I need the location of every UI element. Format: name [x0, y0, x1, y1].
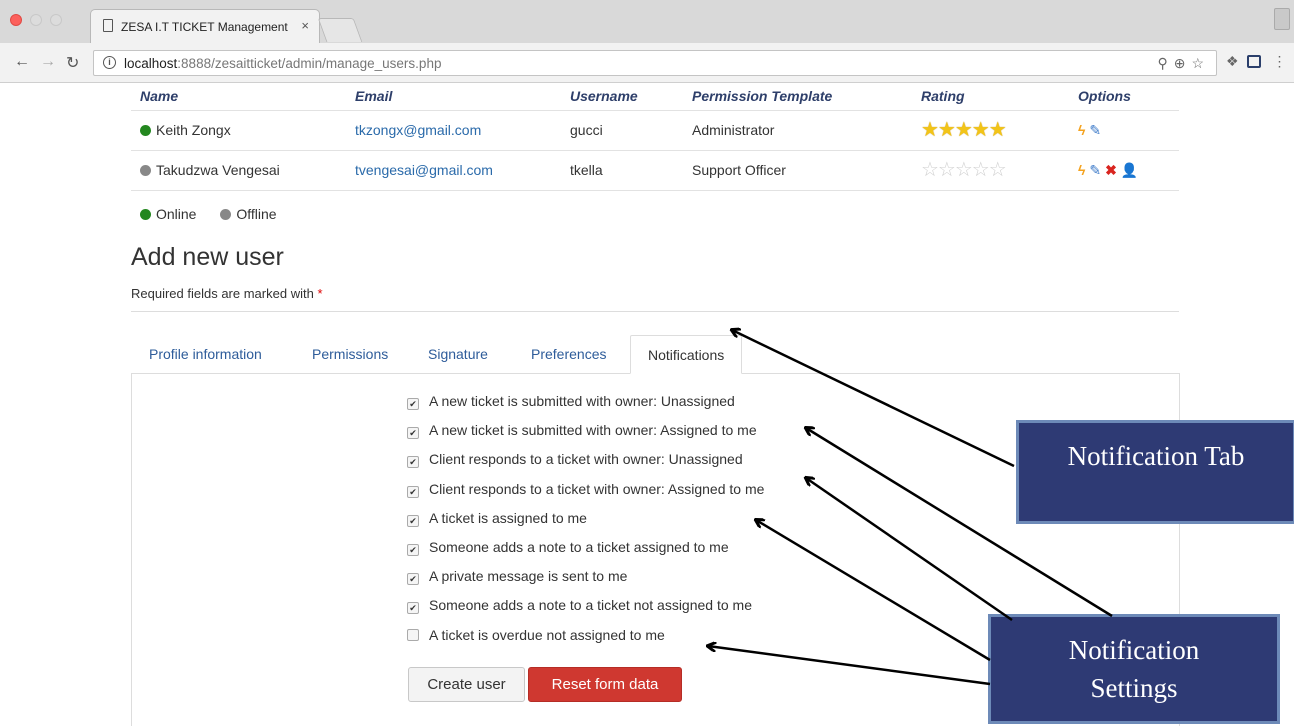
- zoom-icon: ⊕: [1173, 55, 1192, 71]
- user-name-cell: Keith Zongx: [131, 109, 346, 150]
- column-header-permission-template: Permission Template: [692, 88, 833, 105]
- profile-icon[interactable]: [1274, 8, 1290, 30]
- offline-status-icon: [140, 165, 151, 176]
- permission-template-cell: Support Officer: [683, 149, 912, 191]
- online-status-icon: [140, 125, 151, 136]
- notification-option[interactable]: A ticket is overdue not assigned to me: [407, 627, 764, 656]
- tab-signature[interactable]: Signature: [428, 335, 488, 374]
- notification-option[interactable]: ✔ A new ticket is submitted with owner: A…: [407, 422, 764, 451]
- column-header-rating: Rating: [921, 88, 965, 105]
- browser-tab-title: ZESA I.T TICKET Management: [121, 20, 288, 34]
- address-bar[interactable]: i localhost:8888/zesaitticket/admin/mana…: [93, 50, 1217, 76]
- omnibox-icons[interactable]: ⚲⊕☆: [1157, 55, 1210, 72]
- table-row: Keith Zongx tkzongx@gmail.com gucci Admi…: [131, 109, 1179, 150]
- edit-pencil-icon[interactable]: ✎: [1089, 162, 1101, 179]
- table-header-row: Name Email Username Permission Template …: [131, 83, 1179, 110]
- user-email-cell: tvengesai@gmail.com: [346, 149, 561, 191]
- reload-icon[interactable]: ↻: [66, 53, 79, 73]
- tab-permissions[interactable]: Permissions: [312, 335, 388, 374]
- notification-option[interactable]: ✔ A new ticket is submitted with owner: U…: [407, 393, 764, 422]
- checkbox-unchecked[interactable]: [407, 628, 419, 641]
- rating-stars: ★★★★★: [921, 119, 1007, 141]
- legend-offline: Offline: [220, 206, 277, 222]
- column-header-name: Name: [140, 88, 179, 105]
- column-header-username: Username: [570, 88, 638, 105]
- offline-dot-icon: [220, 209, 232, 220]
- auto-assign-bolt-icon[interactable]: ϟ: [1078, 122, 1085, 138]
- browser-tab[interactable]: ZESA I.T TICKET Management ×: [90, 9, 320, 43]
- legend-online: Online: [140, 206, 196, 222]
- url-text: localhost:8888/zesaitticket/admin/manage…: [124, 56, 442, 71]
- notification-settings-callout: Notification Settings: [988, 614, 1280, 724]
- rating-cell: ☆☆☆☆☆: [912, 149, 1069, 191]
- checkbox-checked[interactable]: ✔: [407, 602, 419, 615]
- checkbox-checked[interactable]: ✔: [407, 573, 419, 586]
- notification-option[interactable]: ✔ Someone adds a note to a ticket not ass…: [407, 597, 764, 626]
- username-cell: tkella: [561, 149, 683, 191]
- email-link[interactable]: tkzongx@gmail.com: [355, 122, 481, 138]
- menu-kebab-icon: ⋮: [1272, 53, 1294, 69]
- notification-option[interactable]: ✔ A private message is sent to me: [407, 568, 764, 597]
- username-cell: gucci: [561, 109, 683, 150]
- browser-tab-bar: ZESA I.T TICKET Management ×: [0, 0, 1294, 43]
- impersonate-user-icon[interactable]: 👤: [1121, 162, 1138, 179]
- checkbox-checked[interactable]: ✔: [407, 514, 419, 527]
- rating-cell: ★★★★★: [912, 109, 1069, 150]
- maximize-window-button[interactable]: [50, 14, 62, 26]
- email-link[interactable]: tvengesai@gmail.com: [355, 162, 493, 178]
- create-user-button[interactable]: Create user: [408, 667, 525, 702]
- delete-x-icon[interactable]: ✖: [1105, 162, 1117, 179]
- table-row: Takudzwa Vengesai tvengesai@gmail.com tk…: [131, 149, 1179, 191]
- extension-icons[interactable]: ❖ ⋮: [1226, 53, 1294, 70]
- column-header-email: Email: [355, 88, 393, 105]
- reset-form-button[interactable]: Reset form data: [528, 667, 682, 702]
- new-tab-button[interactable]: [317, 18, 363, 42]
- checkbox-checked[interactable]: ✔: [407, 543, 419, 556]
- key-icon: ⚲: [1157, 55, 1174, 71]
- close-tab-icon[interactable]: ×: [301, 18, 309, 33]
- browser-toolbar: ← → ↻ i localhost:8888/zesaitticket/admi…: [0, 43, 1294, 83]
- options-cell: ϟ ✎: [1069, 109, 1179, 150]
- page-title: Add new user: [131, 243, 284, 271]
- notification-option[interactable]: ✔ Client responds to a ticket with owner:…: [407, 451, 764, 480]
- page-icon: [103, 19, 113, 32]
- status-legend: Online Offline: [140, 206, 297, 222]
- notification-tab-callout: Notification Tab: [1016, 420, 1294, 524]
- user-name-cell: Takudzwa Vengesai: [131, 149, 346, 191]
- extension-icon: [1246, 55, 1261, 68]
- users-table: Name Email Username Permission Template …: [131, 83, 1179, 191]
- notification-option[interactable]: ✔ Client responds to a ticket with owner:…: [407, 481, 764, 510]
- checkbox-checked[interactable]: ✔: [407, 427, 419, 440]
- tab-preferences[interactable]: Preferences: [531, 335, 606, 374]
- notification-option[interactable]: ✔ A ticket is assigned to me: [407, 510, 764, 539]
- permission-template-cell: Administrator: [683, 109, 912, 150]
- dropbox-icon: ❖: [1226, 53, 1247, 69]
- column-header-options: Options: [1078, 88, 1131, 105]
- user-email-cell: tkzongx@gmail.com: [346, 109, 561, 150]
- back-arrow-icon[interactable]: ←: [14, 53, 30, 71]
- bookmark-star-icon: ☆: [1191, 55, 1210, 71]
- divider: [131, 311, 1179, 312]
- notification-option[interactable]: ✔ Someone adds a note to a ticket assigne…: [407, 539, 764, 568]
- rating-stars: ☆☆☆☆☆: [921, 159, 1007, 181]
- tab-notifications[interactable]: Notifications: [630, 335, 743, 374]
- checkbox-checked[interactable]: ✔: [407, 398, 419, 410]
- info-icon[interactable]: i: [103, 56, 116, 69]
- edit-pencil-icon[interactable]: ✎: [1089, 122, 1101, 139]
- auto-assign-bolt-icon[interactable]: ϟ: [1078, 162, 1085, 178]
- minimize-window-button[interactable]: [30, 14, 42, 26]
- options-cell: ϟ ✎ ✖ 👤: [1069, 149, 1179, 191]
- checkbox-checked[interactable]: ✔: [407, 456, 419, 469]
- form-tabs: Profile information Permissions Signatur…: [131, 335, 1179, 374]
- tab-profile-information[interactable]: Profile information: [149, 335, 262, 374]
- close-window-button[interactable]: [10, 14, 22, 26]
- notification-settings-list: ✔ A new ticket is submitted with owner: U…: [407, 393, 764, 656]
- forward-arrow-icon[interactable]: →: [40, 53, 56, 71]
- required-note: Required fields are marked with *: [131, 286, 323, 301]
- checkbox-checked[interactable]: ✔: [407, 485, 419, 498]
- online-dot-icon: [140, 209, 151, 220]
